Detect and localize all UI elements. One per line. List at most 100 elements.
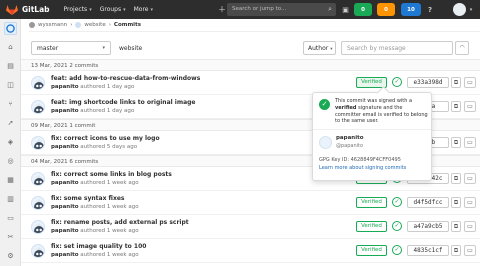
day-header: 13 Mar, 2021 2 commits [21,59,480,71]
plus-square-icon[interactable]: ▣ [341,3,350,16]
verified-badge[interactable]: Verified [356,221,387,232]
home-icon[interactable]: ⌂ [6,43,15,52]
commit-title[interactable]: fix: some syntax fixes [51,195,125,202]
commit-row: fix: some syntax fixes papanito authored … [21,191,480,215]
merge-requests-badge[interactable]: 0 [377,3,395,16]
issues-icon[interactable]: ◫ [6,81,15,90]
search-placeholder: Search or jump to... [232,6,287,12]
commit-author[interactable]: papanito [51,84,79,90]
pipeline-passed-icon[interactable]: ✓ [392,221,402,231]
gitlab-logo-icon[interactable] [6,4,18,15]
browse-files-icon[interactable]: ▭ [464,137,476,148]
commit-avatar[interactable] [31,100,45,114]
snippets-icon[interactable]: ✂ [6,233,15,242]
commit-title[interactable]: feat: img shortcode links to original im… [51,99,196,106]
branch-select[interactable]: master ▾ [31,41,111,55]
nav-more[interactable]: More ▾ [134,6,153,13]
commit-title[interactable]: fix: correct icons to use my logo [51,135,160,142]
rocket-icon[interactable]: ➚ [6,119,15,128]
project-sidebar: ⌂ ▤ ◫ ⑂ ➚ ◈ ◎ ▦ ▥ ▭ ✂ ⚙ [0,19,21,266]
settings-icon[interactable]: ⚙ [6,252,15,261]
breadcrumb-current[interactable]: Commits [114,22,141,28]
main-content: wyssmann › website › Commits master ▾ websi… [21,19,480,266]
browse-files-icon[interactable]: ▭ [464,221,476,232]
commit-author[interactable]: papanito [51,204,79,210]
commit-avatar[interactable] [31,220,45,234]
commit-meta: papanito authored 1 week ago [51,252,139,258]
chevron-down-icon: ▾ [102,45,105,51]
commit-sha[interactable]: a47a9cb5 [407,221,449,232]
browse-files-icon[interactable]: ▭ [464,101,476,112]
commit-sha[interactable]: d4f5dfcc [407,197,449,208]
merge-request-icon[interactable]: ⑂ [6,100,15,109]
commit-title[interactable]: fix: set image quality to 100 [51,243,146,250]
commit-author[interactable]: papanito [51,180,79,186]
commit-avatar[interactable] [31,76,45,90]
author-filter[interactable]: Author ▾ [303,41,336,55]
commit-author[interactable]: papanito [51,252,79,258]
breadcrumb-owner[interactable]: wyssmann [38,22,67,28]
browse-files-icon[interactable]: ▭ [464,173,476,184]
todos-badge[interactable]: 10 [401,3,421,16]
signer-name[interactable]: papanito [336,135,364,141]
pipeline-passed-icon[interactable]: ✓ [392,197,402,207]
commit-avatar[interactable] [31,196,45,210]
path-label[interactable]: website [119,45,142,52]
verified-badge[interactable]: Verified [356,197,387,208]
wiki-icon[interactable]: ▭ [6,214,15,223]
nav-projects[interactable]: Projects ▾ [64,6,92,13]
commit-avatar[interactable] [31,136,45,150]
commit-search-input[interactable]: Search by message [341,41,453,55]
brand-name[interactable]: GitLab [22,5,50,14]
repository-icon[interactable]: ▤ [6,62,15,71]
help-icon[interactable]: ? [425,3,435,16]
new-item-icon[interactable]: ＋ [218,4,226,15]
commit-title[interactable]: feat: add how-to-rescue-data-from-window… [51,75,200,82]
copy-icon[interactable]: ⧉ [451,77,461,88]
commit-time: authored 1 week ago [80,252,139,258]
breadcrumb-project[interactable]: website [84,22,105,28]
project-avatar [75,22,82,28]
author-label: Author [308,45,329,52]
copy-icon[interactable]: ⧉ [451,101,461,112]
chevron-down-icon[interactable]: ▾ [468,3,474,16]
browse-files-icon[interactable]: ▭ [464,197,476,208]
browse-files-icon[interactable]: ▭ [464,77,476,88]
operations-icon[interactable]: ◎ [6,157,15,166]
commit-time: authored 1 day ago [80,84,135,90]
project-avatar[interactable] [4,22,17,35]
analytics-icon[interactable]: ▥ [6,195,15,204]
commit-title[interactable]: fix: correct some links in blog posts [51,171,172,178]
rss-feed-icon[interactable]: ◠ [455,41,469,55]
commit-title[interactable]: fix: rename posts, add external ps scrip… [51,219,189,226]
nav-groups[interactable]: Groups ▾ [100,6,126,13]
popover-text-bold: verified [335,104,357,111]
global-search-input[interactable]: Search or jump to... ⌕ [227,3,336,16]
commit-time: authored 1 week ago [80,180,139,186]
commit-author[interactable]: papanito [51,108,79,114]
copy-icon[interactable]: ⧉ [451,221,461,232]
commit-author[interactable]: papanito [51,144,79,150]
top-navbar: GitLab Projects ▾ Groups ▾ More ▾ ＋ Search … [0,0,480,19]
shield-icon[interactable]: ◈ [6,138,15,147]
commit-author[interactable]: papanito [51,228,79,234]
commit-avatar[interactable] [31,244,45,258]
pipeline-passed-icon[interactable]: ✓ [392,77,402,87]
commit-meta: papanito authored 1 week ago [51,204,139,210]
commit-avatar[interactable] [31,172,45,186]
package-icon[interactable]: ▦ [6,176,15,185]
user-avatar[interactable] [453,3,466,16]
commit-sha[interactable]: e33a398d [407,77,449,88]
copy-icon[interactable]: ⧉ [451,173,461,184]
copy-icon[interactable]: ⧉ [451,197,461,208]
commit-sha[interactable]: 4835c1cf [407,245,449,256]
issues-badge[interactable]: 0 [354,3,372,16]
copy-icon[interactable]: ⧉ [451,137,461,148]
commit-row: fix: set image quality to 100 papanito au… [21,239,480,263]
verified-badge[interactable]: Verified [356,245,387,256]
breadcrumb-separator: › [108,22,111,28]
copy-icon[interactable]: ⧉ [451,245,461,256]
pipeline-passed-icon[interactable]: ✓ [392,245,402,255]
browse-files-icon[interactable]: ▭ [464,245,476,256]
learn-more-link[interactable]: Learn more about signing commits [319,165,406,171]
